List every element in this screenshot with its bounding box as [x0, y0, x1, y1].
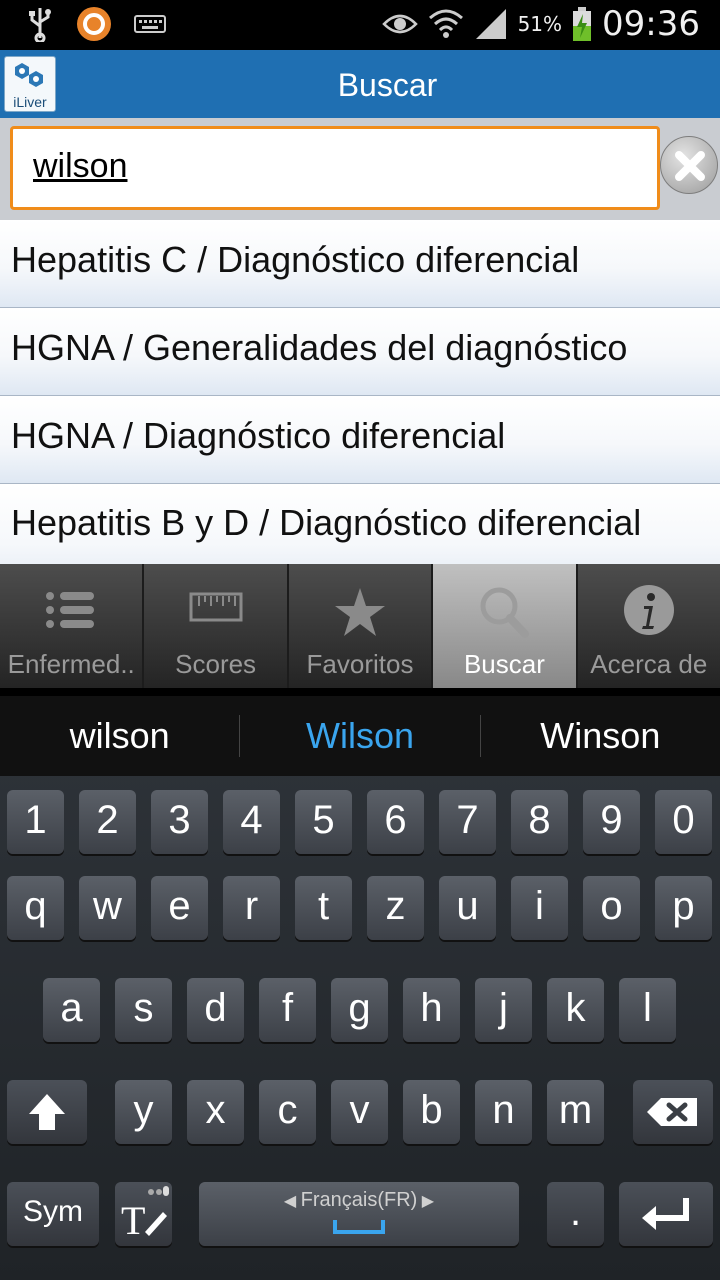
key-j[interactable]: j: [475, 978, 532, 1042]
backspace-key[interactable]: [633, 1080, 713, 1144]
key-e[interactable]: e: [151, 876, 208, 940]
key-2[interactable]: 2: [79, 790, 136, 854]
language-name: Français(FR): [300, 1189, 418, 1211]
previous-language-icon: ◀: [283, 1193, 301, 1210]
tab-scores[interactable]: Scores: [144, 564, 287, 688]
key-d[interactable]: d: [187, 978, 244, 1042]
list-icon: [46, 592, 95, 628]
usb-icon: [29, 8, 51, 42]
period-key[interactable]: .: [547, 1182, 604, 1246]
key-h[interactable]: h: [403, 978, 460, 1042]
key-6[interactable]: 6: [367, 790, 424, 854]
tab-label: Enfermed..: [7, 649, 135, 679]
tab-label: Favoritos: [306, 649, 414, 679]
handwriting-voice-key[interactable]: T: [115, 1182, 172, 1246]
tab-enfermedades[interactable]: Enfermed..: [0, 564, 143, 688]
suggestion-strip: wilson Wilson Winson: [0, 696, 720, 776]
language-label: ◀ Français(FR) ▶: [199, 1188, 519, 1214]
key-z[interactable]: z: [367, 876, 424, 940]
signal-icon: [475, 9, 506, 39]
key-9[interactable]: 9: [583, 790, 640, 854]
battery-charging-icon: [573, 7, 592, 41]
key-f[interactable]: f: [259, 978, 316, 1042]
clear-search-button[interactable]: [660, 136, 718, 194]
star-icon: [335, 588, 386, 636]
search-bar: wilson: [0, 118, 720, 220]
sym-key[interactable]: Sym: [7, 1182, 99, 1246]
key-r[interactable]: r: [223, 876, 280, 940]
key-q[interactable]: q: [7, 876, 64, 940]
key-7[interactable]: 7: [439, 790, 496, 854]
keyboard-icon: [134, 15, 166, 33]
key-g[interactable]: g: [331, 978, 388, 1042]
tab-buscar[interactable]: Buscar: [433, 564, 576, 688]
period-label: .: [569, 1190, 582, 1234]
battery-percent: 51%: [517, 12, 563, 36]
key-0[interactable]: 0: [655, 790, 712, 854]
key-w[interactable]: w: [79, 876, 136, 940]
key-4[interactable]: 4: [223, 790, 280, 854]
key-s[interactable]: s: [115, 978, 172, 1042]
key-a[interactable]: a: [43, 978, 100, 1042]
key-8[interactable]: 8: [511, 790, 568, 854]
clock: 09:36: [602, 4, 700, 44]
space-indicator-icon: [333, 1220, 385, 1234]
key-v[interactable]: v: [331, 1080, 388, 1144]
list-item[interactable]: Hepatitis B y D / Diagnóstico diferencia…: [0, 484, 720, 564]
key-5[interactable]: 5: [295, 790, 352, 854]
tab-favoritos[interactable]: Favoritos: [288, 564, 432, 688]
key-1[interactable]: 1: [7, 790, 64, 854]
backspace-icon: [647, 1098, 697, 1126]
enter-key[interactable]: [619, 1182, 713, 1246]
search-icon: [480, 587, 530, 638]
key-t[interactable]: t: [295, 876, 352, 940]
app-notification-icon: [77, 7, 111, 41]
key-x[interactable]: x: [187, 1080, 244, 1144]
key-u[interactable]: u: [439, 876, 496, 940]
key-b[interactable]: b: [403, 1080, 460, 1144]
eye-icon: [381, 14, 418, 34]
space-key[interactable]: ◀ Français(FR) ▶: [199, 1182, 519, 1246]
enter-icon: [642, 1198, 689, 1230]
suggestion-item[interactable]: Wilson: [239, 715, 481, 757]
suggestion-item[interactable]: Winson: [481, 715, 720, 757]
search-results-list: Hepatitis C / Diagnóstico diferencial HG…: [0, 220, 720, 564]
key-c[interactable]: c: [259, 1080, 316, 1144]
suggestion-item[interactable]: wilson: [0, 715, 239, 757]
handwriting-icon: T: [121, 1186, 169, 1243]
status-bar: 51% 09:36: [0, 0, 720, 50]
search-input[interactable]: wilson: [10, 126, 660, 210]
list-item[interactable]: HGNA / Generalidades del diagnóstico: [0, 308, 720, 396]
clear-icon: [675, 151, 705, 181]
list-item[interactable]: HGNA / Diagnóstico diferencial: [0, 396, 720, 484]
key-n[interactable]: n: [475, 1080, 532, 1144]
key-p[interactable]: p: [655, 876, 712, 940]
key-k[interactable]: k: [547, 978, 604, 1042]
bottom-tab-bar: Enfermed.. Scores Favoritos Buscar Acerc…: [0, 564, 720, 688]
key-i[interactable]: i: [511, 876, 568, 940]
tab-acerca-de[interactable]: Acerca de: [577, 564, 720, 688]
soft-keyboard: wilson Wilson Winson 1 2 3 4 5 6 7 8 9 0…: [0, 696, 720, 1280]
tab-label: Buscar: [463, 649, 545, 679]
key-l[interactable]: l: [619, 978, 676, 1042]
wifi-icon: [428, 9, 463, 38]
info-icon: [623, 585, 674, 635]
shift-icon: [29, 1094, 65, 1130]
search-input-value: wilson: [33, 147, 128, 185]
ruler-icon: [189, 592, 243, 622]
svg-text:T: T: [121, 1198, 145, 1243]
shift-key[interactable]: [7, 1080, 87, 1144]
key-3[interactable]: 3: [151, 790, 208, 854]
list-item[interactable]: Hepatitis C / Diagnóstico diferencial: [0, 220, 720, 308]
tab-label: Scores: [175, 649, 257, 679]
key-y[interactable]: y: [115, 1080, 172, 1144]
action-bar: iLiver Buscar: [0, 50, 720, 118]
tab-label: Acerca de: [590, 649, 708, 679]
next-language-icon: ▶: [417, 1193, 435, 1210]
key-o[interactable]: o: [583, 876, 640, 940]
key-m[interactable]: m: [547, 1080, 604, 1144]
page-title: Buscar: [337, 67, 438, 103]
